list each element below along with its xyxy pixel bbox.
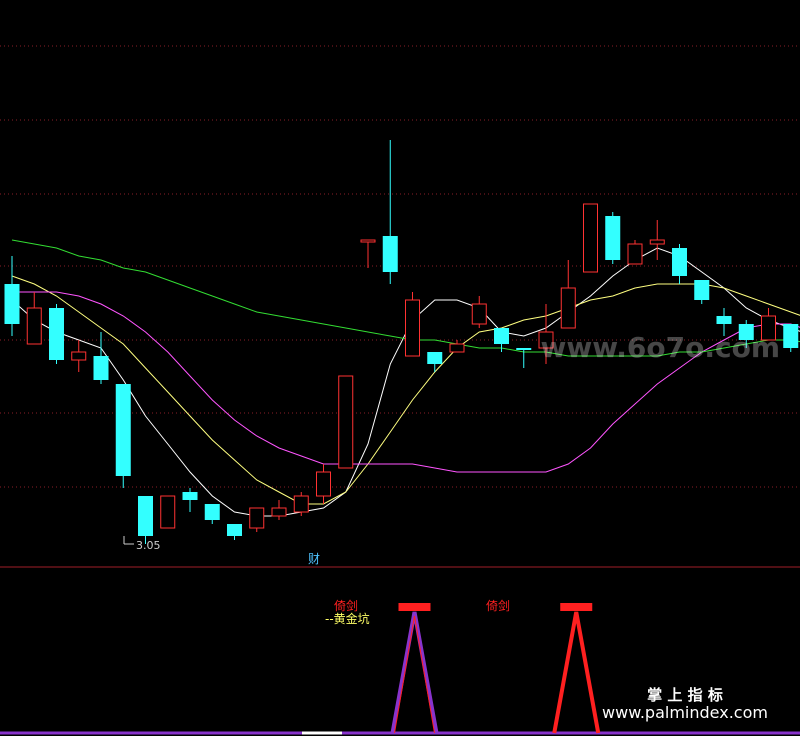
candle-30 <box>649 220 665 260</box>
signal-triangle-1-inner <box>394 615 435 734</box>
candle-12 <box>249 507 265 532</box>
signal-cap-1 <box>398 603 431 611</box>
candle-body <box>227 524 242 536</box>
candle-17 <box>360 239 376 268</box>
candle-22 <box>471 296 487 328</box>
candle-11 <box>227 524 242 540</box>
candle-body <box>672 248 687 276</box>
candle-9 <box>182 488 198 512</box>
candle-body <box>138 496 153 536</box>
candle-body <box>204 504 220 520</box>
candle-7 <box>138 496 153 544</box>
candle-36 <box>783 324 799 352</box>
candle-body <box>93 356 109 380</box>
candle-body <box>71 351 87 361</box>
candle-1 <box>4 256 20 336</box>
candle-14 <box>293 492 309 516</box>
signal-label-2: 倚剑 <box>486 598 510 613</box>
candle-body <box>649 239 665 245</box>
candle-body <box>382 236 398 272</box>
golden-pit-annotation: --黄金坑 <box>325 611 370 626</box>
candle-body <box>293 495 309 513</box>
candle-body <box>516 348 532 350</box>
candle-body <box>405 299 420 357</box>
candle-body <box>4 284 20 324</box>
candle-8 <box>160 495 176 529</box>
candle-20 <box>427 352 443 372</box>
candle-32 <box>694 280 710 304</box>
candle-body <box>49 308 64 360</box>
candle-body <box>427 352 443 364</box>
candle-body <box>494 328 509 344</box>
candle-body <box>160 495 176 529</box>
candle-29 <box>627 240 643 265</box>
stock-chart: 3.05 财 倚剑 倚剑 --黄金坑 www.6o7o.com 掌 上 指 标 … <box>0 45 800 735</box>
candle-13 <box>271 500 287 520</box>
candle-body <box>271 507 287 517</box>
candle-26 <box>560 260 576 329</box>
candle-10 <box>204 504 220 524</box>
candle-3 <box>49 304 64 364</box>
candle-body <box>716 316 732 324</box>
candle-body <box>360 239 376 243</box>
candle-19 <box>405 292 420 357</box>
candle-body <box>783 324 799 348</box>
candle-28 <box>605 212 621 264</box>
candle-body <box>605 216 621 260</box>
candle-body <box>560 287 576 329</box>
signal-triangle-2 <box>552 611 601 734</box>
min-price-marker: 3.05 <box>123 536 161 552</box>
candle-6 <box>115 384 131 488</box>
candle-2 <box>26 292 42 345</box>
candle-body <box>316 471 331 497</box>
candle-body <box>338 375 354 469</box>
candle-15 <box>316 464 331 504</box>
candle-body <box>449 343 465 353</box>
candle-body <box>471 303 487 325</box>
indicator-panel-label: 财 <box>308 552 320 566</box>
min-price-label: 3.05 <box>136 539 161 552</box>
candle-5 <box>93 332 109 384</box>
candle-16 <box>338 375 354 469</box>
candle-4 <box>71 340 87 372</box>
candle-21 <box>449 340 465 353</box>
watermark-title: 掌 上 指 标 <box>647 686 723 704</box>
candle-body <box>182 492 198 500</box>
candle-18 <box>382 140 398 284</box>
watermark-url: www.palmindex.com <box>602 703 768 722</box>
signal-cap-2 <box>560 603 593 611</box>
candle-27 <box>583 203 598 273</box>
candle-body <box>583 203 598 273</box>
candle-body <box>694 280 710 300</box>
watermark-6o7o: www.6o7o.com <box>540 331 780 364</box>
signal-label-1: 倚剑 <box>334 598 358 613</box>
candle-body <box>249 507 265 529</box>
candle-body <box>627 243 643 265</box>
candle-body <box>26 307 42 345</box>
candle-31 <box>672 244 687 284</box>
candle-body <box>115 384 131 476</box>
signal-triangle-1-outer <box>390 611 439 734</box>
